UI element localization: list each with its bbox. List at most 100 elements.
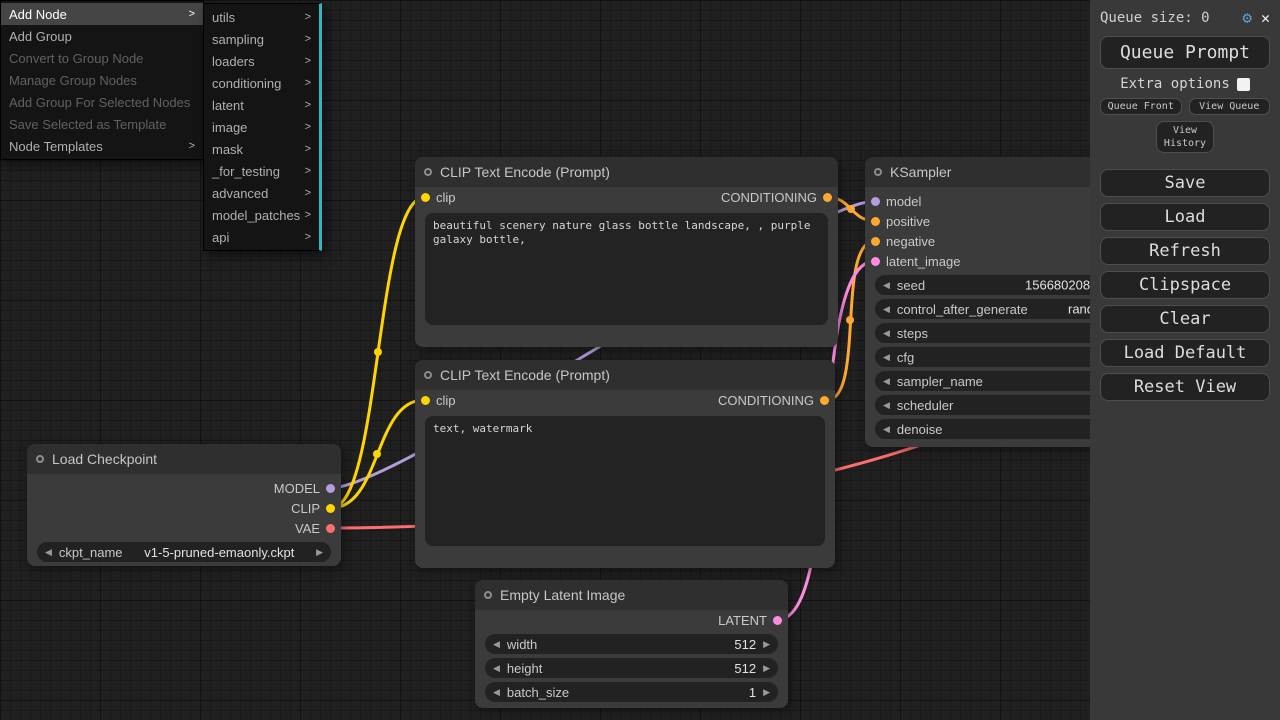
slot-dot-clip-input[interactable] (421, 193, 430, 202)
decrement-arrow-icon[interactable]: ◀ (883, 424, 890, 435)
decrement-arrow-icon[interactable]: ◀ (883, 280, 890, 291)
slot-dot-conditioning-output[interactable] (823, 193, 832, 202)
input-slot-positive[interactable]: positive (871, 214, 930, 229)
decrement-arrow-icon[interactable]: ◀ (493, 687, 500, 698)
queue-size-row: Queue size: 0 ⚙ ✕ (1100, 8, 1270, 30)
prompt-textarea[interactable]: text, watermark (425, 416, 825, 546)
output-slot-vae[interactable]: VAE (295, 521, 335, 536)
refresh-button[interactable]: Refresh (1100, 237, 1270, 265)
node-empty-latent-image[interactable]: Empty Latent Image LATENT ◀ width 512 ▶ … (475, 580, 788, 708)
node-clip-text-encode-positive[interactable]: CLIP Text Encode (Prompt) clip CONDITION… (415, 157, 838, 347)
decrement-arrow-icon[interactable]: ◀ (883, 352, 890, 363)
input-slot-model[interactable]: model (871, 194, 921, 209)
slot-row: LATENT (475, 610, 788, 630)
slot-dot-latent-output[interactable] (773, 616, 782, 625)
decrement-arrow-icon[interactable]: ◀ (883, 304, 890, 315)
submenu-item-for-testing[interactable]: _for_testing > (204, 160, 319, 182)
menu-item-manage-group-nodes[interactable]: Manage Group Nodes (1, 69, 203, 91)
clipspace-button[interactable]: Clipspace (1100, 271, 1270, 299)
menu-item-label: Manage Group Nodes (9, 73, 137, 88)
submenu-arrow-icon: > (305, 165, 311, 177)
submenu-item-api[interactable]: api > (204, 226, 319, 248)
settings-gear-icon[interactable]: ⚙ (1242, 10, 1252, 26)
reset-view-button[interactable]: Reset View (1100, 373, 1270, 401)
output-slot-model[interactable]: MODEL (274, 481, 335, 496)
collapse-dot-icon[interactable] (424, 168, 432, 176)
menu-item-save-selected-as-template[interactable]: Save Selected as Template (1, 113, 203, 135)
slot-dot-latent-image-input[interactable] (871, 257, 880, 266)
save-button[interactable]: Save (1100, 169, 1270, 197)
decrement-arrow-icon[interactable]: ◀ (493, 663, 500, 674)
slot-dot-positive-input[interactable] (871, 217, 880, 226)
slot-dot-clip-input[interactable] (421, 396, 430, 405)
submenu-item-conditioning[interactable]: conditioning > (204, 72, 319, 94)
submenu-item-mask[interactable]: mask > (204, 138, 319, 160)
next-option-arrow-icon[interactable]: ▶ (316, 547, 323, 558)
menu-item-add-node[interactable]: Add Node > (1, 3, 203, 25)
decrement-arrow-icon[interactable]: ◀ (883, 328, 890, 339)
slot-dot-negative-input[interactable] (871, 237, 880, 246)
widget-label: control_after_generate (897, 302, 1028, 317)
input-slot-clip[interactable]: clip (421, 393, 456, 408)
submenu-item-loaders[interactable]: loaders > (204, 50, 319, 72)
widget-width[interactable]: ◀ width 512 ▶ (485, 634, 778, 654)
widget-batch-size[interactable]: ◀ batch_size 1 ▶ (485, 682, 778, 702)
clear-button[interactable]: Clear (1100, 305, 1270, 333)
increment-arrow-icon[interactable]: ▶ (763, 663, 770, 674)
increment-arrow-icon[interactable]: ▶ (763, 687, 770, 698)
submenu-item-advanced[interactable]: advanced > (204, 182, 319, 204)
load-button[interactable]: Load (1100, 203, 1270, 231)
load-default-button[interactable]: Load Default (1100, 339, 1270, 367)
slot-dot-vae-output[interactable] (326, 524, 335, 533)
decrement-arrow-icon[interactable]: ◀ (493, 639, 500, 650)
submenu-item-model-patches[interactable]: model_patches > (204, 204, 319, 226)
submenu-item-latent[interactable]: latent > (204, 94, 319, 116)
close-icon[interactable]: ✕ (1261, 11, 1270, 26)
increment-arrow-icon[interactable]: ▶ (763, 639, 770, 650)
slot-label: latent_image (886, 254, 960, 269)
menu-item-node-templates[interactable]: Node Templates > (1, 135, 203, 157)
menu-item-add-group-for-selected-nodes[interactable]: Add Group For Selected Nodes (1, 91, 203, 113)
menu-item-label: Add Group (9, 29, 72, 44)
slot-dot-conditioning-output[interactable] (820, 396, 829, 405)
output-slot-clip[interactable]: CLIP (291, 501, 335, 516)
slot-dot-clip-output[interactable] (326, 504, 335, 513)
widget-label: denoise (897, 422, 943, 437)
widget-height[interactable]: ◀ height 512 ▶ (485, 658, 778, 678)
output-slot-conditioning[interactable]: CONDITIONING (721, 190, 832, 205)
queue-front-button[interactable]: Queue Front (1100, 98, 1182, 115)
node-header[interactable]: CLIP Text Encode (Prompt) (415, 360, 835, 390)
node-header[interactable]: Empty Latent Image (475, 580, 788, 610)
node-load-checkpoint[interactable]: Load Checkpoint MODEL CLIP VAE ◀ ckpt_na… (27, 444, 341, 566)
node-header[interactable]: Load Checkpoint (27, 444, 341, 474)
input-slot-latent-image[interactable]: latent_image (871, 254, 960, 269)
collapse-dot-icon[interactable] (484, 591, 492, 599)
input-slot-negative[interactable]: negative (871, 234, 935, 249)
submenu-item-image[interactable]: image > (204, 116, 319, 138)
collapse-dot-icon[interactable] (874, 168, 882, 176)
slot-dot-model-input[interactable] (871, 197, 880, 206)
view-queue-button[interactable]: View Queue (1189, 98, 1271, 115)
output-slot-conditioning[interactable]: CONDITIONING (718, 393, 829, 408)
input-slot-clip[interactable]: clip (421, 190, 456, 205)
submenu-item-sampling[interactable]: sampling > (204, 28, 319, 50)
widget-ckpt-name[interactable]: ◀ ckpt_name v1-5-pruned-emaonly.ckpt ▶ (37, 542, 331, 562)
menu-item-label: image (212, 120, 247, 135)
menu-item-label: loaders (212, 54, 255, 69)
decrement-arrow-icon[interactable]: ◀ (883, 376, 890, 387)
prompt-textarea[interactable]: beautiful scenery nature glass bottle la… (425, 213, 828, 325)
slot-dot-model-output[interactable] (326, 484, 335, 493)
prev-option-arrow-icon[interactable]: ◀ (45, 547, 52, 558)
collapse-dot-icon[interactable] (424, 371, 432, 379)
node-clip-text-encode-negative[interactable]: CLIP Text Encode (Prompt) clip CONDITION… (415, 360, 835, 568)
decrement-arrow-icon[interactable]: ◀ (883, 400, 890, 411)
output-slot-latent[interactable]: LATENT (718, 613, 782, 628)
menu-item-convert-to-group-node[interactable]: Convert to Group Node (1, 47, 203, 69)
submenu-item-utils[interactable]: utils > (204, 6, 319, 28)
collapse-dot-icon[interactable] (36, 455, 44, 463)
view-history-button[interactable]: View History (1156, 121, 1214, 153)
menu-item-add-group[interactable]: Add Group (1, 25, 203, 47)
node-header[interactable]: CLIP Text Encode (Prompt) (415, 157, 838, 187)
queue-prompt-button[interactable]: Queue Prompt (1100, 36, 1270, 69)
extra-options-checkbox[interactable] (1237, 78, 1250, 91)
